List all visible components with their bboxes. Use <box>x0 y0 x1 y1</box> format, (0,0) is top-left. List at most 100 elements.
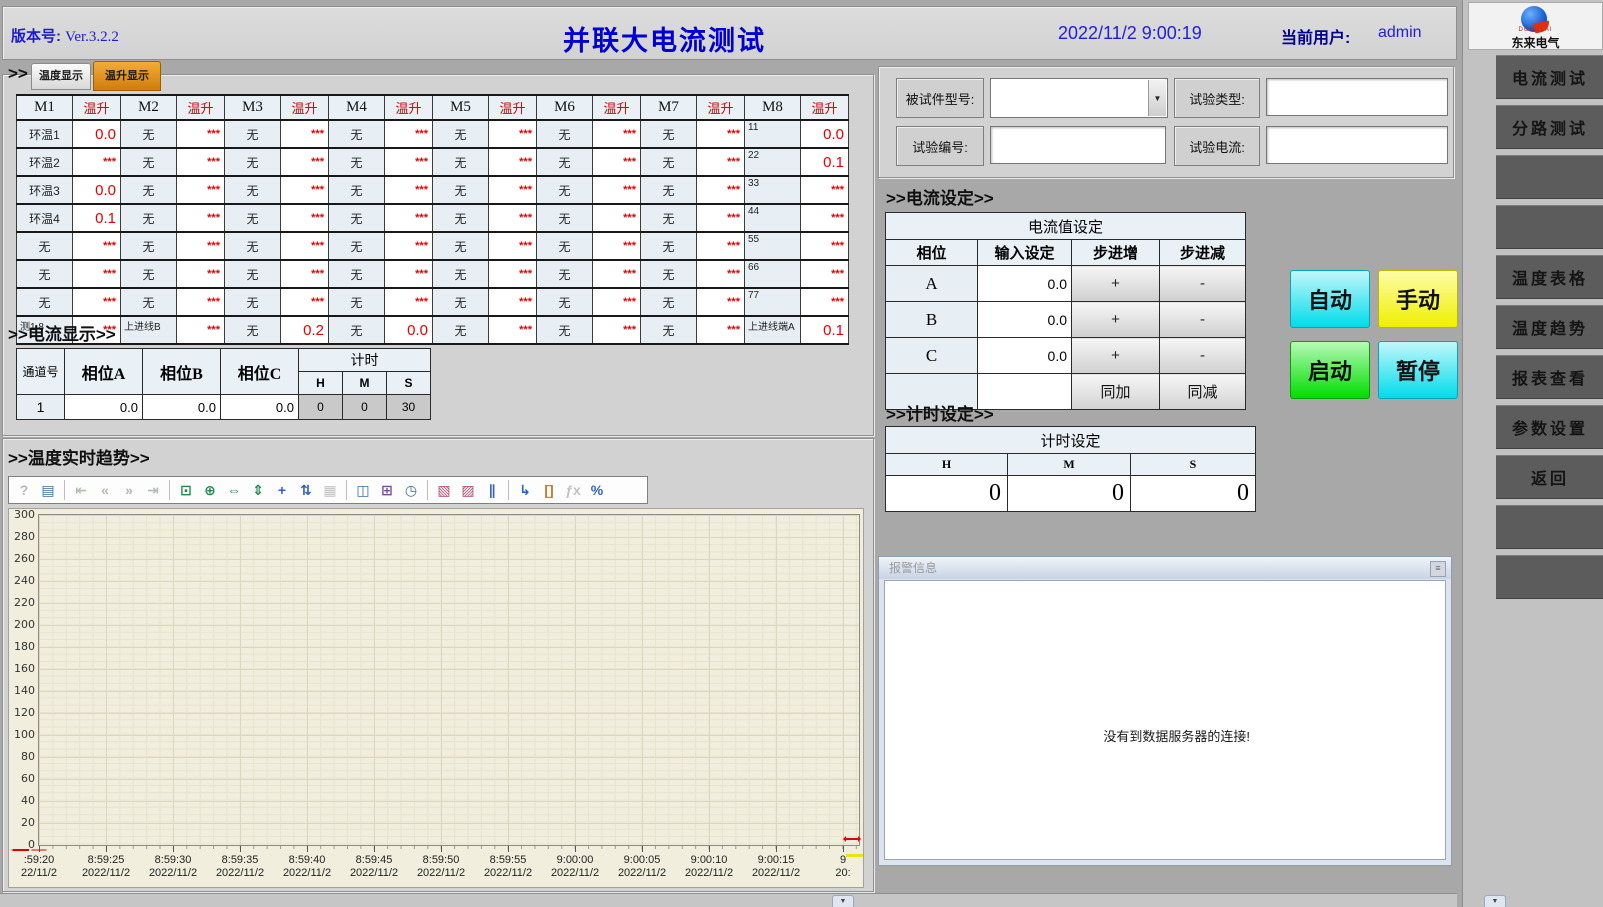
auto-button[interactable]: 自动 <box>1290 270 1370 328</box>
sidebar-button-back[interactable]: 返回 <box>1496 455 1603 499</box>
step-plus-button[interactable]: + <box>1072 266 1160 302</box>
chart-plot-area[interactable] <box>38 514 860 846</box>
tile-view-icon[interactable]: ◫ <box>352 479 374 501</box>
sidebar-button-report-view[interactable]: 报表查看 <box>1496 355 1603 399</box>
axis-scale-icon[interactable]: ⇅ <box>295 479 317 501</box>
scroll-down-icon[interactable]: ▼ <box>1484 895 1506 907</box>
scroll-down-icon[interactable]: ▼ <box>832 895 854 907</box>
grid-add-icon[interactable]: ⊞ <box>376 479 398 501</box>
temp-rise-value-cell: *** <box>489 260 537 288</box>
export-icon[interactable]: ↳ <box>514 479 536 501</box>
timer-set-value[interactable]: 0 <box>1008 476 1131 512</box>
x-label-date: 2022/11/2 <box>71 867 141 880</box>
current-set-input[interactable]: 0.0 <box>978 338 1072 374</box>
alarm-window-button[interactable]: ≡ <box>1430 561 1446 577</box>
timer-set-value[interactable]: 0 <box>1131 476 1256 512</box>
sidebar-button-empty-2[interactable] <box>1496 205 1603 249</box>
sidebar-button-empty-1[interactable] <box>1496 155 1603 199</box>
zoom-x-icon[interactable]: ⇔ <box>223 479 245 501</box>
column-header: M4 <box>329 95 385 120</box>
x-axis-tick-label: 9:00:152022/11/2 <box>741 854 811 880</box>
pause-button[interactable]: 暂停 <box>1378 341 1458 399</box>
forward-icon[interactable]: » <box>118 479 140 501</box>
sensor-name-cell: 无 <box>537 204 593 232</box>
table-row: 环温30.0无***无***无***无***无***无***33*** <box>17 176 849 204</box>
sensor-name-cell: 无 <box>433 260 489 288</box>
zoom-y-icon[interactable]: ⇕ <box>247 479 269 501</box>
zoom-box-icon[interactable]: ⊡ <box>175 479 197 501</box>
properties-icon[interactable]: ▤ <box>37 479 59 501</box>
pan-icon[interactable]: + <box>271 479 293 501</box>
test-number-input[interactable] <box>990 126 1166 164</box>
timer-header: 计时 <box>299 349 431 372</box>
brackets-icon[interactable]: [] <box>538 479 560 501</box>
sidebar-button-temp-trend[interactable]: 温度趋势 <box>1496 305 1603 349</box>
column-header: 输入设定 <box>978 240 1072 266</box>
manual-button[interactable]: 手动 <box>1378 270 1458 328</box>
sensor-name-cell: 无 <box>121 176 177 204</box>
temp-rise-value-cell: *** <box>281 260 329 288</box>
test-type-input[interactable] <box>1266 78 1448 116</box>
tab-temprise-display[interactable]: 温升显示 <box>93 61 161 91</box>
percent-icon[interactable]: % <box>586 479 608 501</box>
x-axis-tick-label: :59:2022/11/2 <box>4 854 74 880</box>
device-model-combo[interactable]: ▼ <box>990 78 1168 118</box>
rewind-icon[interactable]: « <box>94 479 116 501</box>
pause-trend-icon[interactable]: ∥ <box>481 479 503 501</box>
sensor-name-cell: 无 <box>329 316 385 344</box>
current-set-input[interactable]: 0.0 <box>978 266 1072 302</box>
x-label-date: 2022/11/2 <box>272 867 342 880</box>
sensor-name-cell: 无 <box>433 176 489 204</box>
sidebar-button-param-setting[interactable]: 参数设置 <box>1496 405 1603 449</box>
test-current-input[interactable] <box>1266 126 1448 164</box>
sensor-name-cell: 无 <box>641 176 697 204</box>
x-label-time: 9:00:10 <box>674 854 744 867</box>
timer-set-value[interactable]: 0 <box>886 476 1008 512</box>
sensor-name-cell: 无 <box>537 148 593 176</box>
column-header: 温升 <box>697 95 745 120</box>
scroll-chart-right-icon[interactable]: ▨ <box>457 479 479 501</box>
sidebar-button-current-test[interactable]: 电流测试 <box>1496 55 1603 99</box>
datetime-display: 2022/11/2 9:00:19 <box>1058 23 1202 44</box>
sidebar-button-empty-4[interactable] <box>1496 555 1603 599</box>
current-user-label: 当前用户: <box>1281 24 1350 48</box>
x-label-time: 8:59:25 <box>71 854 141 867</box>
scroll-chart-left-icon[interactable]: ▧ <box>433 479 455 501</box>
chevron-down-icon[interactable]: ▼ <box>1148 80 1166 116</box>
sensor-name-cell: 66 <box>745 260 801 288</box>
zoom-in-icon[interactable]: ⊕ <box>199 479 221 501</box>
temp-rise-value-cell: *** <box>801 232 849 260</box>
tab-temperature-display[interactable]: 温度显示 <box>31 63 91 90</box>
sensor-name-cell: 无 <box>537 316 593 344</box>
step-plus-button[interactable]: + <box>1072 302 1160 338</box>
temp-rise-value-cell: 0.2 <box>281 316 329 344</box>
help-icon[interactable]: ? <box>13 479 35 501</box>
timer-table-title: 计时设定 <box>886 427 1256 454</box>
current-set-input[interactable]: 0.0 <box>978 302 1072 338</box>
time-span-icon[interactable]: ◷ <box>400 479 422 501</box>
step-plus-button[interactable]: + <box>1072 338 1160 374</box>
column-header: 温升 <box>489 95 537 120</box>
calendar-icon[interactable]: ▦ <box>319 479 341 501</box>
start-button[interactable]: 启动 <box>1290 341 1370 399</box>
temp-rise-value-cell: *** <box>593 260 641 288</box>
first-icon[interactable]: ⇤ <box>70 479 92 501</box>
step-minus-button[interactable]: - <box>1160 302 1246 338</box>
timer-subheader: H <box>299 372 343 395</box>
bottom-scrollbar[interactable] <box>0 893 1457 907</box>
group-minus-button[interactable]: 同减 <box>1160 374 1246 410</box>
sensor-name-cell: 无 <box>433 316 489 344</box>
function-icon[interactable]: ƒx <box>562 479 584 501</box>
temp-rise-value-cell: *** <box>697 176 745 204</box>
step-minus-button[interactable]: - <box>1160 266 1246 302</box>
step-minus-button[interactable]: - <box>1160 338 1246 374</box>
toolbar-separator <box>508 480 509 500</box>
sidebar-button-temp-table[interactable]: 温度表格 <box>1496 255 1603 299</box>
group-plus-button[interactable]: 同加 <box>1072 374 1160 410</box>
sensor-name-cell: 无 <box>121 120 177 148</box>
temp-rise-value-cell: *** <box>177 232 225 260</box>
x-label-time: 9:00:00 <box>540 854 610 867</box>
last-icon[interactable]: ⇥ <box>142 479 164 501</box>
sidebar-button-branch-test[interactable]: 分路测试 <box>1496 105 1603 149</box>
sidebar-button-empty-3[interactable] <box>1496 505 1603 549</box>
